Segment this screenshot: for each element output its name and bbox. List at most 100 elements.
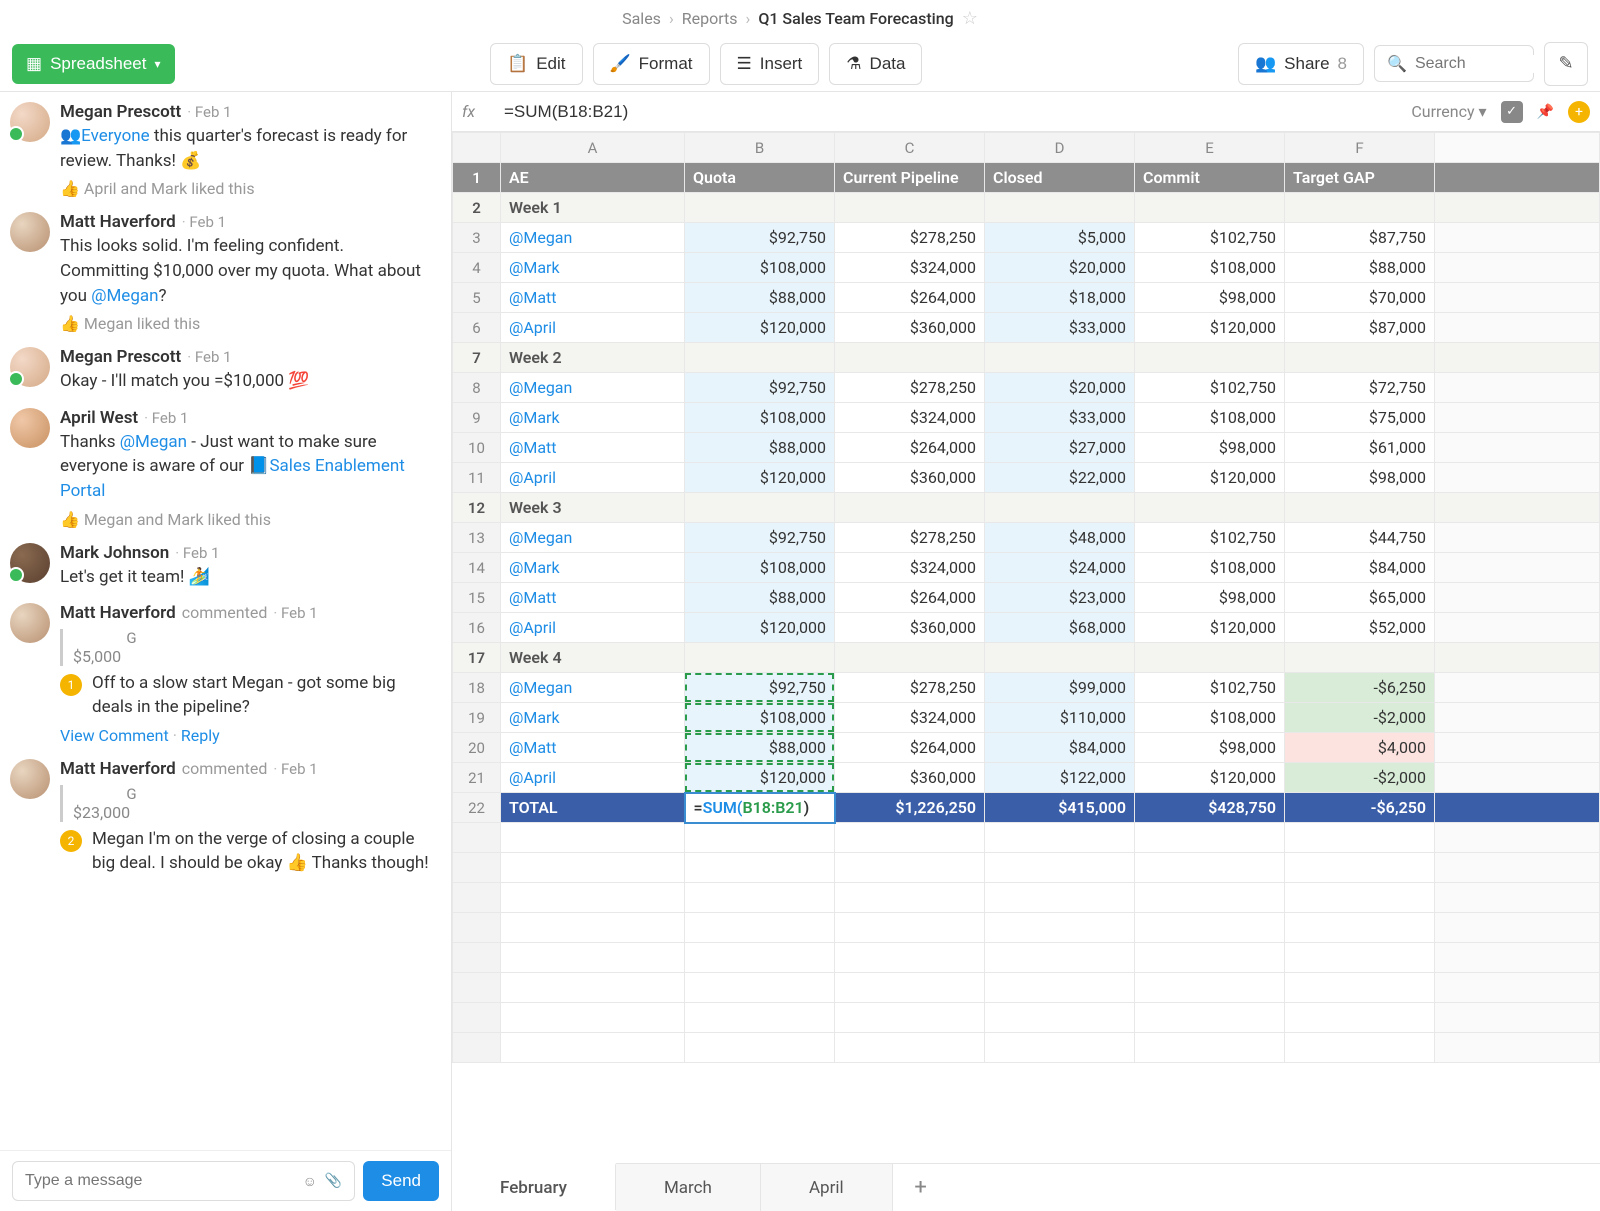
grid[interactable]: A B C D E F 1AEQuotaCurrent PipelineClos…: [452, 132, 1600, 1163]
reactions[interactable]: 👍 Megan liked this: [60, 314, 437, 333]
avatar[interactable]: [10, 347, 50, 387]
cell[interactable]: $52,000: [1285, 613, 1435, 643]
sender-name[interactable]: Matt Haverford: [60, 212, 176, 232]
cell[interactable]: $324,000: [835, 553, 985, 583]
cell[interactable]: $88,000: [685, 433, 835, 463]
add-button[interactable]: +: [1568, 101, 1590, 123]
cell[interactable]: $33,000: [985, 403, 1135, 433]
cell[interactable]: $264,000: [835, 583, 985, 613]
cell[interactable]: $108,000: [1135, 403, 1285, 433]
cell[interactable]: $20,000: [985, 373, 1135, 403]
compose-button[interactable]: ✎: [1544, 42, 1588, 86]
select-all[interactable]: [453, 133, 501, 163]
reply-link[interactable]: Reply: [181, 726, 220, 745]
sheet-tab-april[interactable]: April: [761, 1164, 893, 1211]
share-button[interactable]: 👥 Share 8: [1238, 43, 1364, 85]
cell[interactable]: $22,000: [985, 463, 1135, 493]
row-header[interactable]: 20: [453, 733, 501, 763]
col-header[interactable]: A: [501, 133, 685, 163]
row-header[interactable]: 7: [453, 343, 501, 373]
chat-input[interactable]: ☺ 📎: [12, 1161, 355, 1201]
cell[interactable]: $360,000: [835, 463, 985, 493]
col-header[interactable]: D: [985, 133, 1135, 163]
col-header[interactable]: E: [1135, 133, 1285, 163]
col-header[interactable]: F: [1285, 133, 1435, 163]
cell[interactable]: @Megan: [501, 523, 685, 553]
cell[interactable]: $108,000: [1135, 253, 1285, 283]
cell[interactable]: @Mark: [501, 703, 685, 733]
cell[interactable]: $72,750: [1285, 373, 1435, 403]
row-header[interactable]: 9: [453, 403, 501, 433]
cell[interactable]: -$2,000: [1285, 703, 1435, 733]
cell[interactable]: $44,750: [1285, 523, 1435, 553]
checkbox-icon[interactable]: ✓: [1501, 101, 1523, 123]
row-header[interactable]: 5: [453, 283, 501, 313]
edit-button[interactable]: 📋Edit: [490, 43, 582, 85]
cell[interactable]: Week 1: [501, 193, 685, 223]
cell[interactable]: $5,000: [985, 223, 1135, 253]
cell[interactable]: $87,750: [1285, 223, 1435, 253]
cell[interactable]: @Mark: [501, 253, 685, 283]
cell[interactable]: $108,000: [685, 253, 835, 283]
format-button[interactable]: 🖌️Format: [593, 43, 710, 85]
cell-reference[interactable]: G $23,000: [60, 785, 190, 822]
active-cell[interactable]: =SUM(B18:B21): [685, 793, 835, 823]
cell[interactable]: $61,000: [1285, 433, 1435, 463]
spreadsheet-button[interactable]: ▦ Spreadsheet ▾: [12, 44, 175, 84]
cell[interactable]: -$6,250: [1285, 673, 1435, 703]
search-box[interactable]: 🔍: [1374, 45, 1534, 82]
cell[interactable]: @Matt: [501, 433, 685, 463]
cell[interactable]: $24,000: [985, 553, 1135, 583]
cell[interactable]: -$2,000: [1285, 763, 1435, 793]
cell[interactable]: Current Pipeline: [835, 163, 985, 193]
cell[interactable]: $75,000: [1285, 403, 1435, 433]
cell[interactable]: Week 2: [501, 343, 685, 373]
sender-name[interactable]: April West: [60, 408, 138, 428]
row-header[interactable]: 3: [453, 223, 501, 253]
cell[interactable]: $102,750: [1135, 523, 1285, 553]
row-header[interactable]: 11: [453, 463, 501, 493]
cell[interactable]: $108,000: [685, 403, 835, 433]
send-button[interactable]: Send: [363, 1161, 439, 1201]
sheet-tab-march[interactable]: March: [616, 1164, 761, 1211]
cell[interactable]: $360,000: [835, 763, 985, 793]
cell[interactable]: $4,000: [1285, 733, 1435, 763]
cell[interactable]: $120,000: [1135, 313, 1285, 343]
cell[interactable]: $88,000: [1285, 253, 1435, 283]
cell[interactable]: $108,000: [685, 553, 835, 583]
avatar[interactable]: [10, 212, 50, 252]
cell[interactable]: $87,000: [1285, 313, 1435, 343]
cell[interactable]: $360,000: [835, 313, 985, 343]
cell[interactable]: $102,750: [1135, 373, 1285, 403]
col-header[interactable]: B: [685, 133, 835, 163]
cell[interactable]: $88,000: [685, 583, 835, 613]
crumb-sales[interactable]: Sales: [622, 9, 661, 28]
row-header[interactable]: 1: [453, 163, 501, 193]
cell[interactable]: @Megan: [501, 673, 685, 703]
cell[interactable]: $1,226,250: [835, 793, 985, 823]
row-header[interactable]: 22: [453, 793, 501, 823]
cell[interactable]: @April: [501, 463, 685, 493]
sender-name[interactable]: Mark Johnson: [60, 543, 169, 563]
comment-badge[interactable]: 1: [60, 674, 82, 696]
cell[interactable]: $98,000: [1135, 583, 1285, 613]
cell[interactable]: $278,250: [835, 373, 985, 403]
cell[interactable]: Commit: [1135, 163, 1285, 193]
cell[interactable]: @Mark: [501, 403, 685, 433]
cell[interactable]: Week 3: [501, 493, 685, 523]
cell[interactable]: $278,250: [835, 673, 985, 703]
row-header[interactable]: 21: [453, 763, 501, 793]
cell[interactable]: $428,750: [1135, 793, 1285, 823]
cell[interactable]: $65,000: [1285, 583, 1435, 613]
row-header[interactable]: 18: [453, 673, 501, 703]
cell[interactable]: $88,000: [685, 733, 835, 763]
cell[interactable]: $102,750: [1135, 673, 1285, 703]
row-header[interactable]: 4: [453, 253, 501, 283]
avatar[interactable]: [10, 408, 50, 448]
crumb-current[interactable]: Q1 Sales Team Forecasting: [758, 9, 953, 28]
message-field[interactable]: [25, 1172, 295, 1190]
cell[interactable]: $120,000: [685, 313, 835, 343]
cell[interactable]: $120,000: [685, 463, 835, 493]
cell[interactable]: -$6,250: [1285, 793, 1435, 823]
cell[interactable]: $23,000: [985, 583, 1135, 613]
